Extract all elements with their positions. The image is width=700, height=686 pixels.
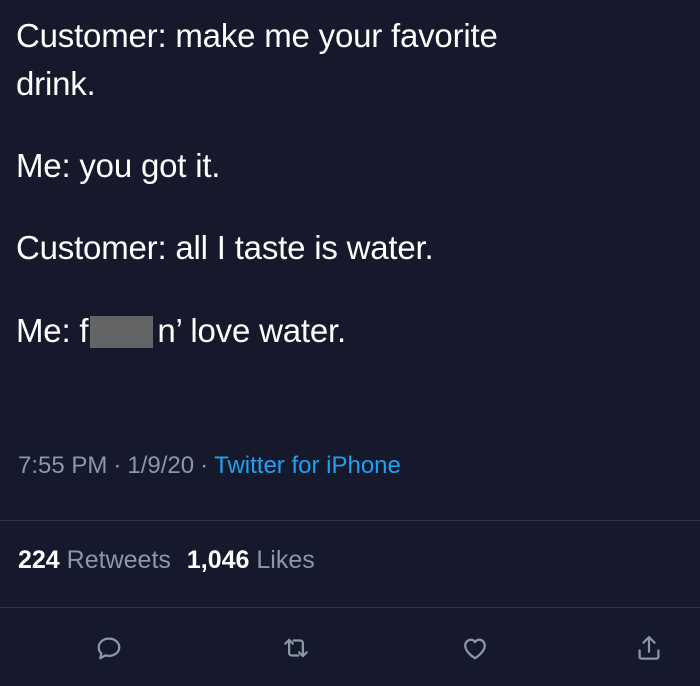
share-button[interactable] bbox=[627, 628, 671, 672]
tweet-metadata: 7:55 PM · 1/9/20 · Twitter for iPhone bbox=[18, 452, 401, 480]
retweets-count: 224 bbox=[18, 546, 60, 574]
tweet-actions bbox=[0, 628, 700, 678]
tweet-date: 1/9/20 bbox=[127, 452, 195, 479]
retweets-stat[interactable]: 224 Retweets bbox=[18, 546, 171, 574]
tweet-line-start: Me: f bbox=[16, 312, 89, 349]
share-icon bbox=[634, 633, 664, 668]
tweet-stats: 224 Retweets 1,046 Likes bbox=[18, 546, 315, 575]
tweet-line: Customer: all I taste is water. bbox=[16, 229, 434, 266]
like-icon bbox=[460, 633, 490, 668]
likes-stat[interactable]: 1,046 Likes bbox=[187, 546, 315, 574]
tweet-line: Customer: make me your favorite bbox=[16, 17, 498, 54]
tweet-line-censored: Me: f n’ love water. bbox=[16, 311, 346, 351]
tweet-line: Me: you got it. bbox=[16, 147, 221, 184]
likes-label: Likes bbox=[256, 546, 315, 574]
separator-dot: · bbox=[113, 452, 122, 479]
likes-count: 1,046 bbox=[186, 546, 250, 574]
tweet-time: 7:55 PM bbox=[18, 452, 108, 479]
reply-button[interactable] bbox=[87, 628, 131, 672]
tweet-detail: Customer: make me your favorite drink. M… bbox=[0, 0, 700, 686]
tweet-source-link[interactable]: Twitter for iPhone bbox=[214, 452, 401, 479]
like-button[interactable] bbox=[453, 628, 497, 672]
tweet-line: drink. bbox=[16, 65, 96, 102]
divider bbox=[0, 520, 700, 521]
divider bbox=[0, 607, 700, 608]
retweet-icon bbox=[281, 633, 311, 668]
censor-block bbox=[90, 316, 154, 348]
retweet-button[interactable] bbox=[274, 628, 318, 672]
separator-dot: · bbox=[200, 452, 209, 479]
tweet-line-end: n’ love water. bbox=[157, 312, 346, 349]
reply-icon bbox=[94, 633, 124, 668]
retweets-label: Retweets bbox=[66, 546, 171, 574]
